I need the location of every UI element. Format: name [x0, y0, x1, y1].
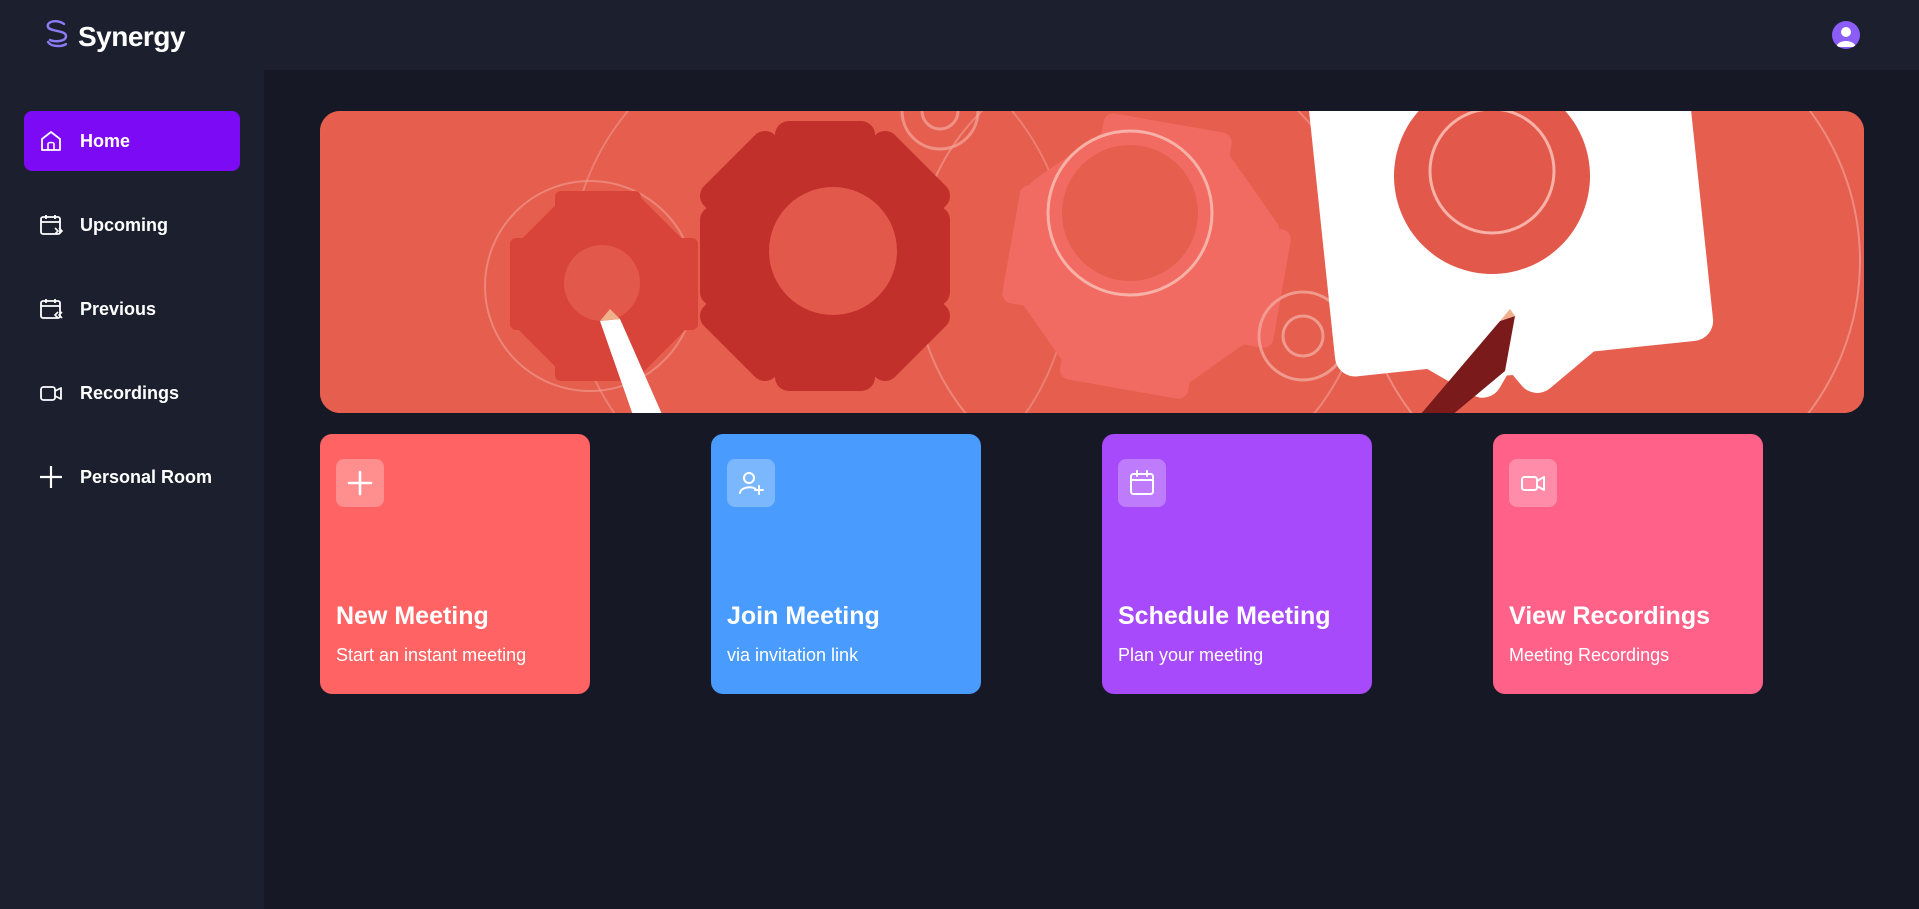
user-avatar-icon: [1836, 27, 1856, 47]
sidebar-item-label: Recordings: [80, 382, 180, 403]
card-title: New Meeting: [336, 602, 489, 630]
logo-icon: [42, 18, 72, 55]
calendar-icon: [1118, 459, 1166, 507]
join-meeting-card[interactable]: Join Meeting via invitation link: [711, 434, 981, 694]
card-subtitle: Start an instant meeting: [336, 645, 527, 665]
gears-illustration: [320, 111, 1864, 413]
sidebar-item-label: Personal Room: [80, 466, 213, 487]
card-subtitle: Plan your meeting: [1118, 645, 1264, 665]
user-avatar[interactable]: [1832, 21, 1860, 49]
video-icon: [38, 380, 64, 406]
sidebar-item-previous[interactable]: Previous: [24, 279, 240, 339]
view-recordings-card[interactable]: View Recordings Meeting Recordings: [1493, 434, 1763, 694]
schedule-meeting-card[interactable]: Schedule Meeting Plan your meeting: [1102, 434, 1372, 694]
new-meeting-card[interactable]: New Meeting Start an instant meeting: [320, 434, 590, 694]
user-plus-icon: [727, 459, 775, 507]
card-title: Schedule Meeting: [1118, 602, 1331, 630]
calendar-previous-icon: [38, 296, 64, 322]
sidebar: Home Upcoming Previous Recordings Person…: [0, 70, 264, 909]
card-title: Join Meeting: [727, 602, 880, 630]
calendar-upcoming-icon: [38, 212, 64, 238]
sidebar-item-label: Home: [80, 130, 131, 151]
sidebar-item-home[interactable]: Home: [24, 111, 240, 171]
card-subtitle: Meeting Recordings: [1509, 645, 1670, 665]
sidebar-item-label: Upcoming: [80, 214, 168, 235]
plus-icon: [336, 459, 384, 507]
logo[interactable]: Synergy: [42, 18, 186, 55]
sidebar-item-personal-room[interactable]: Personal Room: [24, 447, 240, 507]
sidebar-item-label: Previous: [80, 298, 157, 319]
sidebar-item-recordings[interactable]: Recordings: [24, 363, 240, 423]
video-icon: [1509, 459, 1557, 507]
logo-text: Synergy: [78, 20, 186, 52]
hero-banner: [320, 111, 1864, 413]
plus-icon: [38, 464, 64, 490]
card-subtitle: via invitation link: [727, 645, 859, 665]
home-icon: [38, 128, 64, 154]
top-bar: Synergy: [0, 0, 1919, 70]
sidebar-item-upcoming[interactable]: Upcoming: [24, 195, 240, 255]
card-title: View Recordings: [1509, 602, 1710, 630]
